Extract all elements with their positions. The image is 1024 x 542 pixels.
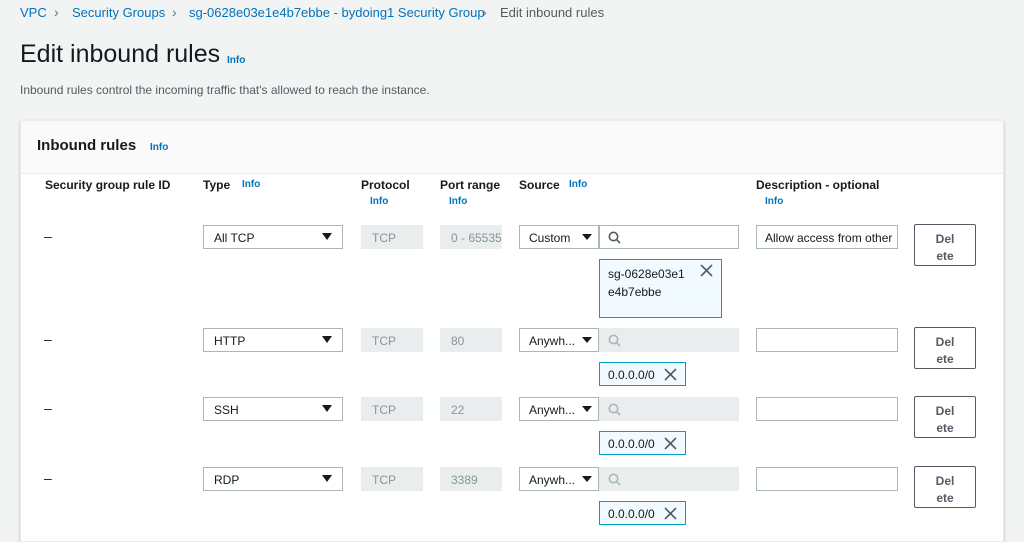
caret-down-icon xyxy=(322,405,332,412)
delete-button[interactable]: Delete xyxy=(914,327,976,369)
description-input[interactable] xyxy=(756,397,898,421)
source-token: 0.0.0.0/0 xyxy=(599,501,686,525)
panel-title: Inbound rules xyxy=(37,137,137,154)
rule-id: – xyxy=(44,400,52,416)
source-type-select[interactable]: Anywh... xyxy=(519,397,599,421)
column-type: Type xyxy=(203,178,231,192)
description-info-link[interactable]: Info xyxy=(765,196,783,207)
caret-down-icon xyxy=(322,336,332,343)
page-title: Edit inbound rules xyxy=(20,40,221,68)
close-icon[interactable] xyxy=(664,437,677,450)
source-token: 0.0.0.0/0 xyxy=(599,431,686,455)
source-type-value: Custom xyxy=(529,231,571,245)
protocol-field: TCP xyxy=(361,467,423,491)
rule-id: – xyxy=(44,470,52,486)
rule-id: – xyxy=(44,331,52,347)
type-select[interactable]: SSH xyxy=(203,397,343,421)
panel-info-link[interactable]: Info xyxy=(150,142,168,153)
search-icon xyxy=(608,231,621,244)
type-select-value: RDP xyxy=(214,473,240,487)
column-rule-id: Security group rule ID xyxy=(45,178,171,192)
description-input[interactable] xyxy=(756,328,898,352)
port-range-field: 3389 xyxy=(440,467,502,491)
type-select-value: All TCP xyxy=(214,231,255,245)
type-select[interactable]: All TCP xyxy=(203,225,343,249)
breadcrumb-security-groups[interactable]: Security Groups xyxy=(72,5,165,20)
protocol-info-link[interactable]: Info xyxy=(370,196,388,207)
page-info-link[interactable]: Info xyxy=(227,55,245,66)
type-select[interactable]: HTTP xyxy=(203,328,343,352)
search-icon xyxy=(608,403,621,416)
breadcrumb-security-group[interactable]: sg-0628e03e1e4b7ebbe - bydoing1 Security… xyxy=(189,5,485,20)
column-port-range: Port range xyxy=(440,178,501,192)
port-range-field: 80 xyxy=(440,328,502,352)
chevron-right-icon: › xyxy=(54,4,59,20)
protocol-field: TCP xyxy=(361,225,423,249)
source-search-input[interactable] xyxy=(599,328,739,352)
source-token: 0.0.0.0/0 xyxy=(599,362,686,386)
close-icon[interactable] xyxy=(664,368,677,381)
rule-id: – xyxy=(44,228,52,244)
close-icon[interactable] xyxy=(664,507,677,520)
port-range-field: 22 xyxy=(440,397,502,421)
page-description: Inbound rules control the incoming traff… xyxy=(20,83,430,97)
type-select-value: SSH xyxy=(214,403,239,417)
protocol-field: TCP xyxy=(361,397,423,421)
source-search-input[interactable] xyxy=(599,225,739,249)
source-token-label: sg-0628e03e1e4b7ebbe xyxy=(608,267,685,299)
delete-button[interactable]: Delete xyxy=(914,466,976,508)
caret-down-icon xyxy=(582,337,592,343)
column-protocol: Protocol xyxy=(361,178,410,192)
source-token-label: 0.0.0.0/0 xyxy=(608,507,655,521)
source-token-label: 0.0.0.0/0 xyxy=(608,437,655,451)
port-info-link[interactable]: Info xyxy=(449,196,467,207)
close-icon[interactable] xyxy=(700,264,713,277)
delete-button[interactable]: Delete xyxy=(914,224,976,266)
caret-down-icon xyxy=(582,234,592,240)
source-type-select[interactable]: Anywh... xyxy=(519,328,599,352)
source-type-select[interactable]: Anywh... xyxy=(519,467,599,491)
breadcrumb-current: Edit inbound rules xyxy=(500,5,605,20)
chevron-right-icon: › xyxy=(172,4,177,20)
column-description: Description - optional xyxy=(756,178,880,192)
delete-button[interactable]: Delete xyxy=(914,396,976,438)
source-search-input[interactable] xyxy=(599,397,739,421)
type-info-link[interactable]: Info xyxy=(242,179,260,190)
source-type-value: Anywh... xyxy=(529,473,576,487)
source-type-select[interactable]: Custom xyxy=(519,225,599,249)
source-token: sg-0628e03e1e4b7ebbe xyxy=(599,259,722,318)
source-search-input[interactable] xyxy=(599,467,739,491)
caret-down-icon xyxy=(322,475,332,482)
chevron-right-icon: › xyxy=(482,4,487,20)
source-token-label: 0.0.0.0/0 xyxy=(608,368,655,382)
description-input[interactable]: Allow access from other xyxy=(756,225,898,249)
protocol-field: TCP xyxy=(361,328,423,352)
port-range-field: 0 - 65535 xyxy=(440,225,502,249)
caret-down-icon xyxy=(582,476,592,482)
type-select[interactable]: RDP xyxy=(203,467,343,491)
source-type-value: Anywh... xyxy=(529,334,576,348)
source-info-link[interactable]: Info xyxy=(569,179,587,190)
search-icon xyxy=(608,334,621,347)
source-type-value: Anywh... xyxy=(529,403,576,417)
description-input[interactable] xyxy=(756,467,898,491)
breadcrumb-vpc[interactable]: VPC xyxy=(20,5,47,20)
search-icon xyxy=(608,473,621,486)
column-source: Source xyxy=(519,178,560,192)
type-select-value: HTTP xyxy=(214,334,246,348)
caret-down-icon xyxy=(322,233,332,240)
caret-down-icon xyxy=(582,406,592,412)
